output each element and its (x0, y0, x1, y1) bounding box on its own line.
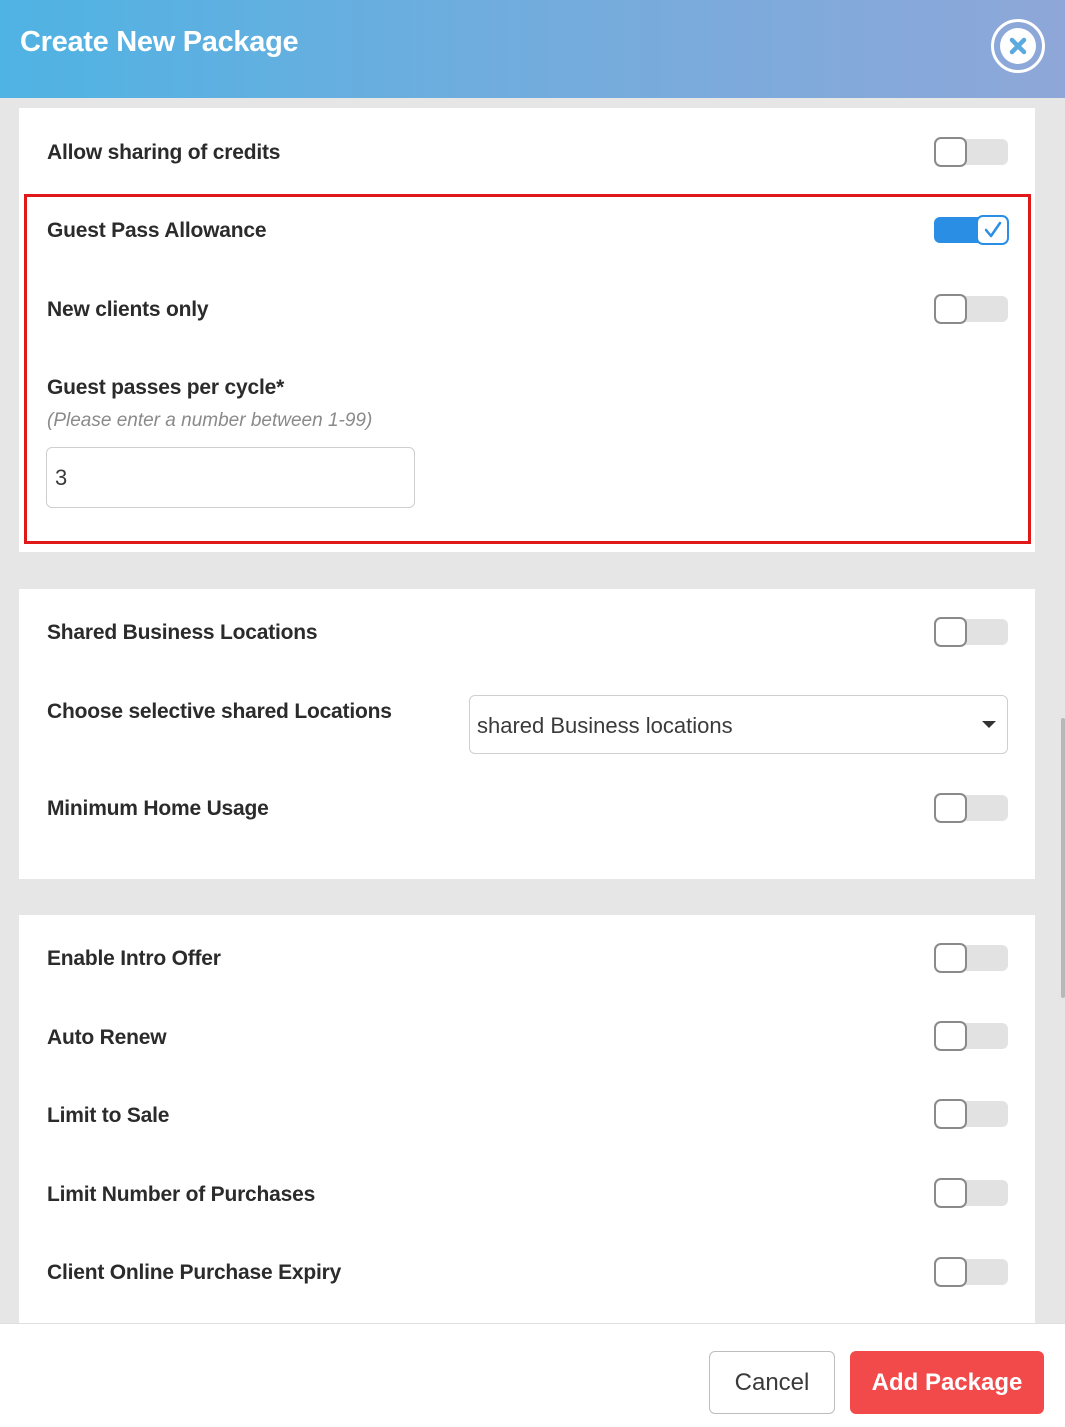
cancel-button[interactable]: Cancel (709, 1351, 835, 1414)
selective-locations-select[interactable]: shared Business locations (469, 695, 1008, 754)
guest-passes-input[interactable]: 3 (46, 447, 415, 508)
limit-purchases-label: Limit Number of Purchases (47, 1183, 316, 1206)
new-clients-label: New clients only (47, 298, 209, 321)
limit-purchases-toggle[interactable] (934, 1178, 1008, 1208)
new-clients-toggle[interactable] (934, 294, 1008, 324)
online-purchase-expiry-label: Client Online Purchase Expiry (47, 1261, 342, 1284)
modal-title: Create New Package (20, 26, 299, 58)
selective-locations-value: shared Business locations (477, 713, 733, 738)
guest-pass-allowance-toggle[interactable] (934, 215, 1009, 245)
close-button[interactable] (991, 19, 1045, 73)
guest-passes-per-cycle-label: Guest passes per cycle* (47, 376, 285, 399)
shared-locations-label: Shared Business Locations (47, 621, 318, 644)
caret-down-icon (982, 721, 996, 728)
guest-pass-allowance-label: Guest Pass Allowance (47, 219, 267, 242)
modal-header: Create New Package (0, 0, 1065, 98)
allow-sharing-label: Allow sharing of credits (47, 141, 281, 164)
intro-offer-toggle[interactable] (934, 943, 1008, 973)
check-icon (984, 221, 1001, 238)
shared-locations-toggle[interactable] (934, 617, 1008, 647)
limit-to-sale-label: Limit to Sale (47, 1104, 170, 1127)
min-home-usage-label: Minimum Home Usage (47, 797, 269, 820)
scrollbar[interactable] (1061, 718, 1065, 998)
add-package-button[interactable]: Add Package (850, 1351, 1044, 1414)
close-icon (1000, 28, 1036, 64)
allow-sharing-toggle[interactable] (934, 137, 1008, 167)
auto-renew-toggle[interactable] (934, 1021, 1008, 1051)
selective-locations-label: Choose selective shared Locations (47, 700, 392, 723)
guest-passes-hint: (Please enter a number between 1-99) (47, 410, 373, 431)
intro-offer-label: Enable Intro Offer (47, 947, 221, 970)
limit-to-sale-toggle[interactable] (934, 1099, 1008, 1129)
online-purchase-expiry-toggle[interactable] (934, 1257, 1008, 1287)
auto-renew-label: Auto Renew (47, 1026, 167, 1049)
min-home-usage-toggle[interactable] (934, 793, 1008, 823)
